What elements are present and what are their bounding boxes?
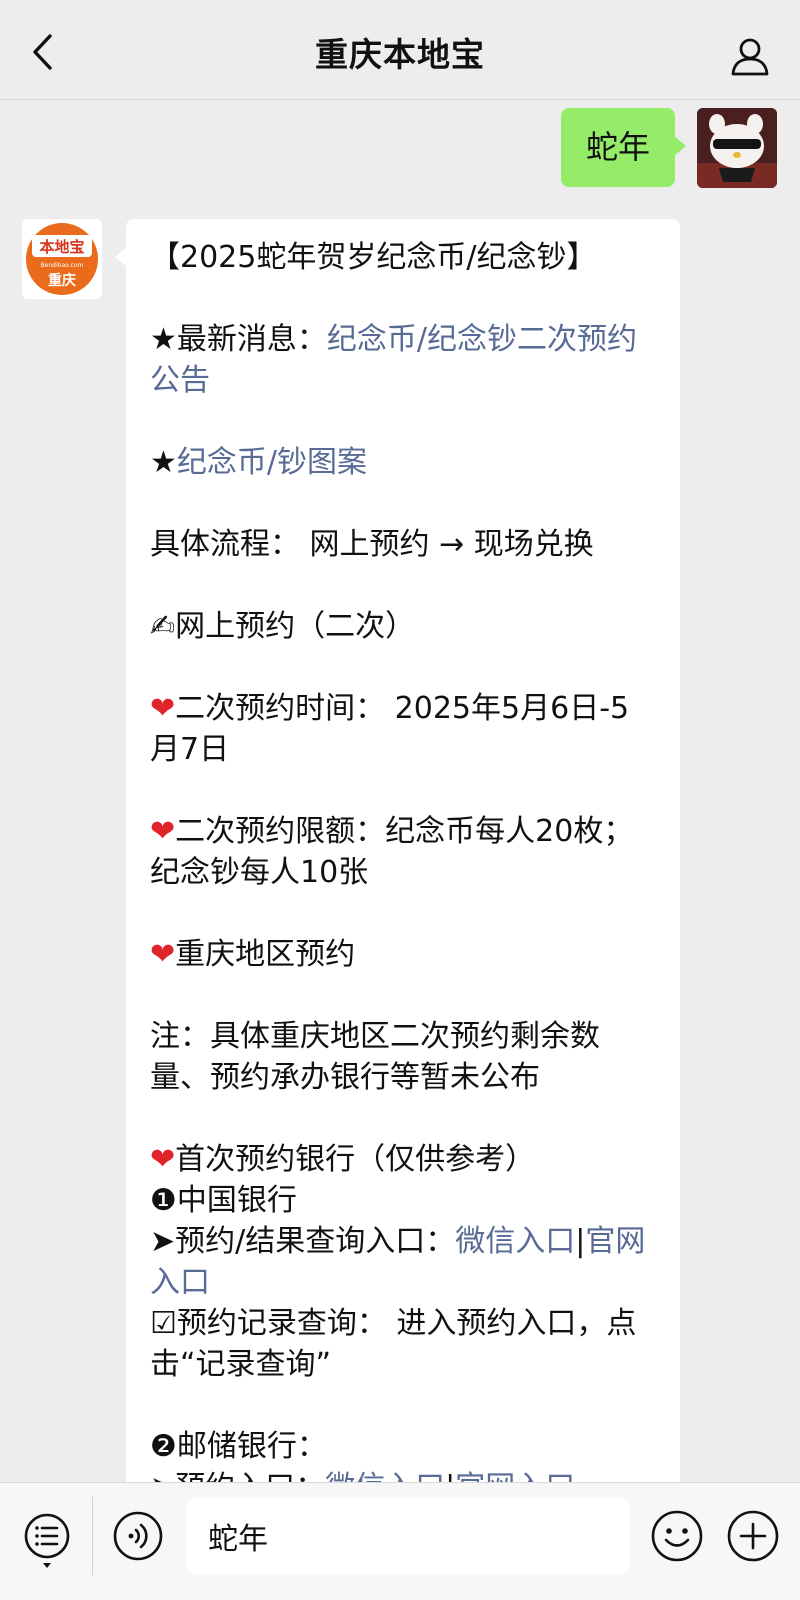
chat-area[interactable]: 蛇年 本地宝 Bendibao.com 重庆 【2025蛇年贺岁纪念币/纪念钞】…	[0, 100, 800, 1482]
logo-brand-text: 本地宝	[39, 238, 84, 256]
person-icon	[731, 38, 769, 76]
outgoing-message-bubble[interactable]: 蛇年	[561, 108, 686, 187]
profile-button[interactable]	[728, 34, 772, 78]
boc-title: ❶中国银行	[150, 1183, 297, 1218]
boc-entry-line: ➤预约/结果查询入口：微信入口|官网入口	[150, 1221, 656, 1303]
voice-icon	[113, 1511, 163, 1561]
boc-wechat-link[interactable]: 微信入口	[455, 1224, 575, 1259]
nav-bar: 重庆本地宝	[0, 0, 800, 100]
second-limit-line: ❤二次预约限额：纪念币每人20枚；纪念钞每人10张	[150, 811, 656, 893]
input-bar	[0, 1482, 800, 1600]
bendibao-logo: 本地宝 Bendibao.com 重庆	[22, 219, 102, 299]
menu-list-icon	[24, 1513, 70, 1568]
menu-button[interactable]	[22, 1511, 72, 1571]
plus-icon	[727, 1510, 779, 1562]
logo-site-text: Bendibao.com	[41, 262, 84, 269]
link-separator: |	[445, 1470, 455, 1482]
second-time-line: ❤二次预约时间： 2025年5月6日-5月7日	[150, 688, 656, 770]
first-banks-line: ❤首次预约银行（仅供参考）	[150, 1139, 656, 1180]
heart-icon: ❤	[150, 691, 176, 726]
page-title: 重庆本地宝	[315, 35, 485, 74]
psbc-official-link[interactable]: 官网入口	[455, 1470, 575, 1482]
user-avatar[interactable]	[697, 108, 777, 188]
incoming-message-bubble: 【2025蛇年贺岁纪念币/纪念钞】 ★最新消息：纪念币/纪念钞二次预约公告 ★纪…	[115, 219, 680, 1482]
emoji-icon	[651, 1510, 703, 1562]
logo-city-text: 重庆	[48, 272, 76, 289]
online-reservation-heading: ✍网上预约（二次）	[150, 609, 416, 644]
first-banks-text: 首次预约银行（仅供参考）	[175, 1142, 536, 1177]
psbc-wechat-link[interactable]: 微信入口	[325, 1470, 445, 1482]
latest-news-line: ★最新消息：纪念币/纪念钞二次预约公告	[150, 319, 656, 401]
latest-news-label: ★最新消息：	[150, 322, 327, 357]
cq-reservation-text: 重庆地区预约	[175, 937, 356, 972]
voice-button[interactable]	[112, 1510, 164, 1562]
psbc-title: ❷邮储银行：	[150, 1429, 327, 1464]
heart-icon: ❤	[150, 937, 176, 972]
divider	[92, 1497, 93, 1575]
boc-record-text: ☑预约记录查询： 进入预约入口，点击“记录查询”	[150, 1306, 637, 1382]
article-headline: 【2025蛇年贺岁纪念币/纪念钞】	[150, 240, 597, 275]
more-button[interactable]	[726, 1509, 780, 1563]
message-input[interactable]	[186, 1498, 630, 1574]
pattern-link[interactable]: 纪念币/钞图案	[177, 445, 367, 480]
heart-icon: ❤	[150, 814, 176, 849]
second-limit-text: 二次预约限额：纪念币每人20枚；纪念钞每人10张	[150, 814, 634, 890]
process-text: 具体流程： 网上预约 → 现场兑换	[150, 527, 594, 562]
bendibao-avatar[interactable]: 本地宝 Bendibao.com 重庆	[22, 219, 102, 299]
emoji-button[interactable]	[650, 1509, 704, 1563]
link-separator: |	[575, 1224, 586, 1259]
heart-icon: ❤	[150, 1142, 176, 1177]
user-avatar-image	[697, 108, 777, 188]
star-icon: ★	[150, 445, 177, 480]
psbc-entry-label: ➤预约入口：	[150, 1470, 325, 1482]
boc-entry-label: ➤预约/结果查询入口：	[150, 1224, 456, 1259]
note-text: 注：具体重庆地区二次预约剩余数量、预约承办银行等暂未公布	[150, 1019, 600, 1095]
pattern-line: ★纪念币/钞图案	[150, 442, 656, 483]
psbc-entry-line: ➤预约入口：微信入口|官网入口	[150, 1467, 656, 1482]
second-time-text: 二次预约时间： 2025年5月6日-5月7日	[150, 691, 630, 767]
cq-reservation-line: ❤重庆地区预约	[150, 934, 656, 975]
